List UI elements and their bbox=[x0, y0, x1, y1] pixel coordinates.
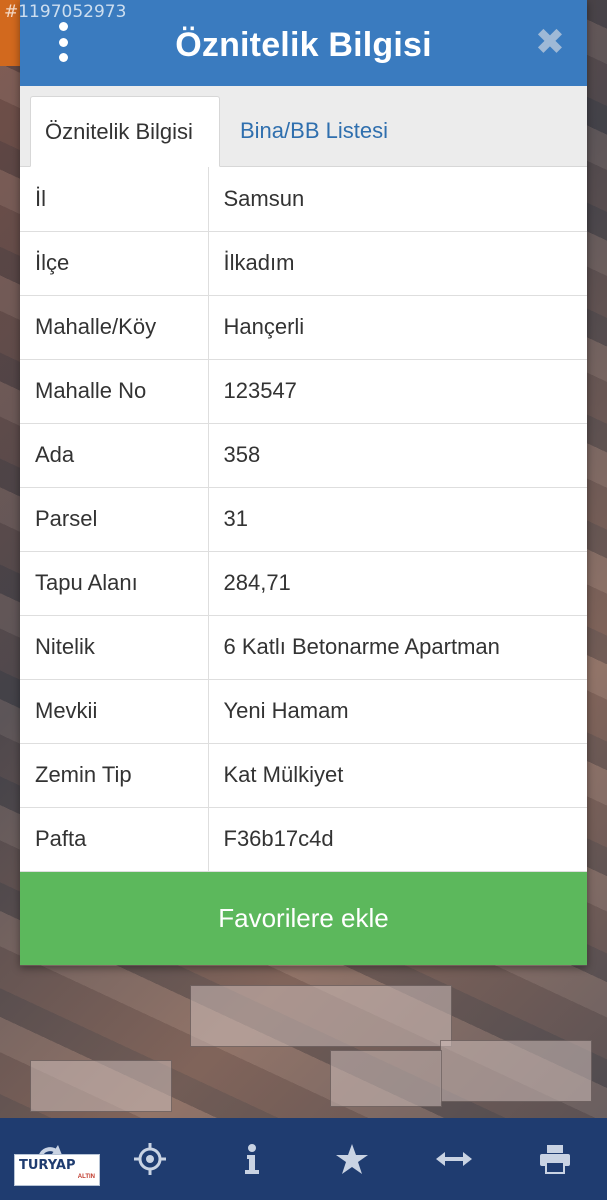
attribute-dialog: Öznitelik Bilgisi ✖ Öznitelik Bilgisi Bi… bbox=[20, 0, 587, 966]
table-row: Nitelik 6 Katlı Betonarme Apartman bbox=[20, 615, 587, 680]
attribute-key: Ada bbox=[20, 423, 209, 488]
measure-icon[interactable] bbox=[414, 1118, 494, 1200]
attribute-value: 6 Katlı Betonarme Apartman bbox=[208, 615, 587, 680]
map-building bbox=[190, 985, 452, 1047]
table-row: Mahalle/Köy Hançerli bbox=[20, 295, 587, 360]
attribute-key: Mahalle No bbox=[20, 359, 209, 424]
attribute-value: 31 bbox=[208, 487, 587, 552]
map-building bbox=[440, 1040, 592, 1102]
attribute-value: 284,71 bbox=[208, 551, 587, 616]
close-icon[interactable]: ✖ bbox=[535, 24, 565, 60]
attribute-key: Parsel bbox=[20, 487, 209, 552]
tab-attribute-info[interactable]: Öznitelik Bilgisi bbox=[30, 96, 220, 167]
attribute-key: Pafta bbox=[20, 807, 209, 872]
table-row: Parsel 31 bbox=[20, 487, 587, 552]
logo-text: TURYAP bbox=[19, 1158, 76, 1173]
attribute-value: Samsun bbox=[208, 167, 587, 232]
attribute-table: İl Samsun İlçe İlkadım Mahalle/Köy Hançerli Ma… bbox=[20, 167, 587, 872]
table-row: Ada 358 bbox=[20, 423, 587, 488]
attribute-key: İl bbox=[20, 167, 209, 232]
attribute-value: İlkadım bbox=[208, 231, 587, 296]
turyap-logo: TURYAP ALTIN bbox=[14, 1154, 100, 1186]
dialog-title: Öznitelik Bilgisi bbox=[175, 26, 432, 64]
table-row: Zemin Tip Kat Mülkiyet bbox=[20, 743, 587, 808]
attribute-value: Kat Mülkiyet bbox=[208, 743, 587, 808]
table-row: Mahalle No 123547 bbox=[20, 359, 587, 424]
tab-bar: Öznitelik Bilgisi Bina/BB Listesi bbox=[20, 86, 587, 167]
attribute-key: Mahalle/Köy bbox=[20, 295, 209, 360]
star-icon[interactable] bbox=[312, 1118, 392, 1200]
add-to-favorites-button[interactable]: Favorilere ekle bbox=[20, 871, 587, 965]
attribute-value: Hançerli bbox=[208, 295, 587, 360]
table-row: Pafta F36b17c4d bbox=[20, 807, 587, 872]
watermark-id: #1197052973 bbox=[4, 2, 127, 22]
print-icon[interactable] bbox=[515, 1118, 595, 1200]
locate-icon[interactable] bbox=[110, 1118, 190, 1200]
attribute-key: Mevkii bbox=[20, 679, 209, 744]
table-row: İlçe İlkadım bbox=[20, 231, 587, 296]
attribute-value: F36b17c4d bbox=[208, 807, 587, 872]
logo-subtext: ALTIN bbox=[77, 1174, 95, 1180]
attribute-value: 358 bbox=[208, 423, 587, 488]
attribute-value: Yeni Hamam bbox=[208, 679, 587, 744]
table-row: Mevkii Yeni Hamam bbox=[20, 679, 587, 744]
table-row: Tapu Alanı 284,71 bbox=[20, 551, 587, 616]
table-row: İl Samsun bbox=[20, 167, 587, 232]
attribute-key: Tapu Alanı bbox=[20, 551, 209, 616]
info-icon[interactable] bbox=[212, 1118, 292, 1200]
attribute-key: Zemin Tip bbox=[20, 743, 209, 808]
attribute-value: 123547 bbox=[208, 359, 587, 424]
attribute-key: İlçe bbox=[20, 231, 209, 296]
attribute-key: Nitelik bbox=[20, 615, 209, 680]
map-building bbox=[330, 1050, 442, 1107]
map-building bbox=[30, 1060, 172, 1112]
tab-building-list[interactable]: Bina/BB Listesi bbox=[226, 96, 402, 166]
